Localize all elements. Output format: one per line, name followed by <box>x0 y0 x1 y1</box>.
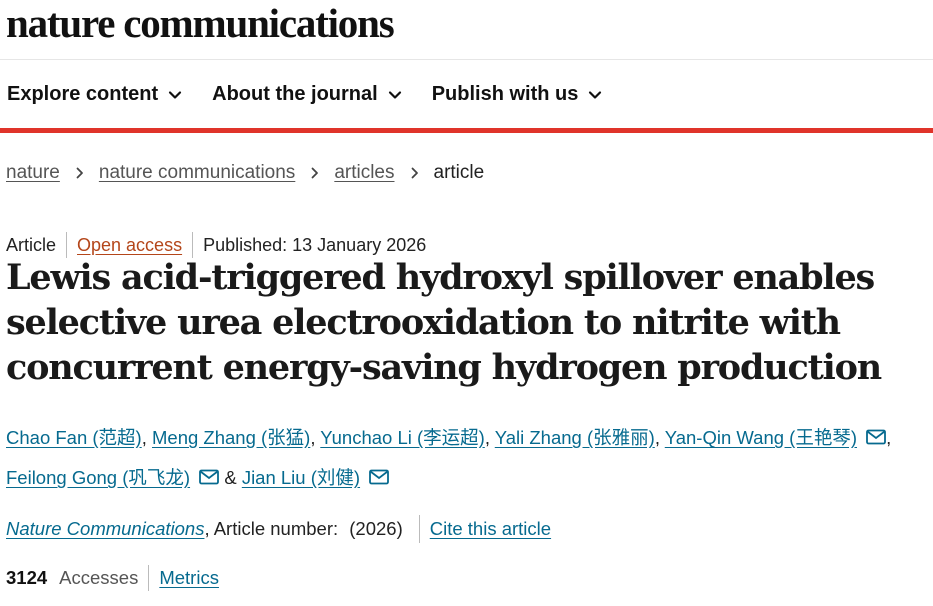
breadcrumb: nature nature communications articles ar… <box>6 162 484 184</box>
author-link[interactable]: Feilong Gong (巩飞龙) <box>6 467 190 488</box>
journal-link[interactable]: Nature Communications <box>6 518 204 540</box>
metrics-link[interactable]: Metrics <box>159 567 219 589</box>
author-list: Chao Fan (范超), Meng Zhang (张猛), Yunchao … <box>6 418 933 498</box>
header-divider <box>0 59 933 60</box>
article-number-label: , Article number: <box>204 518 344 539</box>
breadcrumb-nature-communications[interactable]: nature communications <box>99 162 295 184</box>
article-title: Lewis acid-triggered hydroxyl spillover … <box>6 257 882 388</box>
main-nav: Explore content About the journal Publis… <box>7 83 632 106</box>
author-link[interactable]: Yali Zhang (张雅丽) <box>495 427 655 448</box>
article-type: Article <box>6 234 57 255</box>
author-separator: , <box>484 427 490 448</box>
open-access-link[interactable]: Open access <box>77 235 182 256</box>
journal-logo[interactable]: nature communications <box>6 0 395 47</box>
author-link[interactable]: Jian Liu (刘健) <box>242 467 360 488</box>
mail-icon[interactable] <box>866 429 887 445</box>
chevron-right-icon <box>76 167 83 179</box>
author-link[interactable]: Yan-Qin Wang (王艳琴) <box>665 427 857 448</box>
nav-label: About the journal <box>212 83 378 105</box>
mail-icon[interactable] <box>369 469 390 485</box>
nav-label: Publish with us <box>431 83 579 105</box>
chevron-down-icon <box>388 90 401 99</box>
metrics-row: 3124 Accesses Metrics <box>6 565 219 591</box>
author-separator: , <box>141 427 147 448</box>
author-link[interactable]: Yunchao Li (李运超) <box>320 427 485 448</box>
nav-explore-content[interactable]: Explore content <box>7 83 184 106</box>
divider <box>148 565 150 591</box>
author-link[interactable]: Chao Fan (范超) <box>6 427 142 448</box>
nav-publish-with-us[interactable]: Publish with us <box>432 83 605 106</box>
accesses-count: 3124 <box>6 567 48 588</box>
chevron-right-icon <box>311 167 319 179</box>
author-separator: , <box>654 427 660 448</box>
breadcrumb-nature[interactable]: nature <box>6 162 60 184</box>
divider <box>418 515 420 543</box>
nav-label: Explore content <box>7 83 159 105</box>
article-year: (2026) <box>349 518 403 539</box>
chevron-down-icon <box>169 90 182 99</box>
chevron-right-icon <box>411 167 418 179</box>
cite-article-link[interactable]: Cite this article <box>430 518 551 540</box>
breadcrumb-articles[interactable]: articles <box>334 162 394 184</box>
published-date: Published: 13 January 2026 <box>203 234 427 255</box>
breadcrumb-current: article <box>433 162 485 183</box>
author-separator: , <box>886 427 892 448</box>
author-and: & <box>224 467 237 488</box>
accent-bar <box>0 128 933 133</box>
author-separator: , <box>310 427 316 448</box>
accesses-label: Accesses <box>59 567 139 588</box>
author-link[interactable]: Meng Zhang (张猛) <box>152 427 310 448</box>
chevron-down-icon <box>589 90 602 99</box>
citation-row: Nature Communications , Article number: … <box>6 515 551 543</box>
mail-icon[interactable] <box>199 469 220 485</box>
nav-about-journal[interactable]: About the journal <box>212 83 404 106</box>
